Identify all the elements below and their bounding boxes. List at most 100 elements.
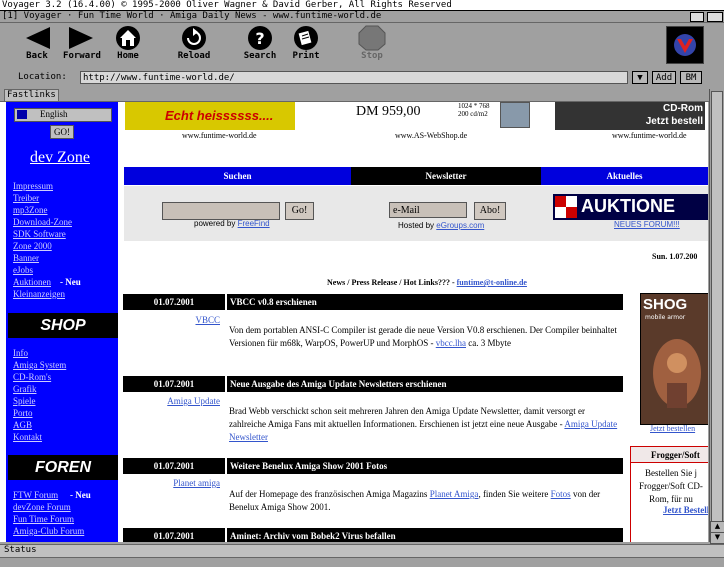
back-arrow-icon bbox=[26, 27, 50, 49]
zoom-gadget-icon[interactable] bbox=[690, 12, 704, 22]
newsletter-email-input[interactable]: e-Mail bbox=[389, 202, 467, 218]
nav-cd-roms[interactable]: CD-Rom's bbox=[13, 372, 51, 382]
nav-grafik[interactable]: Grafik bbox=[13, 384, 37, 394]
shogo-ad[interactable]: SHOG mobile armor bbox=[640, 293, 708, 425]
home-icon bbox=[116, 26, 140, 50]
egroups-link[interactable]: eGroups.com bbox=[436, 221, 484, 230]
auktion-forum-link[interactable]: NEUES FORUM!!! bbox=[614, 220, 680, 229]
news-link-2[interactable]: Amiga Update bbox=[167, 396, 220, 406]
banner-funtime[interactable]: Echt heissssss.... bbox=[125, 102, 295, 130]
scroll-down-button[interactable]: ▼ bbox=[710, 532, 724, 544]
forward-label: Forward bbox=[63, 51, 101, 61]
nav-devzone-forum[interactable]: devZone Forum bbox=[13, 502, 71, 512]
nav-kontakt[interactable]: Kontakt bbox=[13, 432, 42, 442]
news-title-4: Aminet: Archiv vom Bobek2 Virus befallen bbox=[227, 528, 623, 542]
frogger-box-title: Frogger/Soft bbox=[631, 447, 708, 463]
banner-cdrom-caption[interactable]: www.funtime-world.de bbox=[612, 131, 687, 140]
location-input[interactable]: http://www.funtime-world.de/ bbox=[80, 71, 628, 84]
news-body-3b: , finden Sie weitere bbox=[478, 489, 549, 499]
freefind-link[interactable]: FreeFind bbox=[238, 219, 270, 228]
shogo-order-link[interactable]: Jetzt bestellen bbox=[650, 424, 695, 433]
banner-cdrom[interactable]: CD-Rom Jetzt bestell bbox=[555, 102, 705, 130]
ftw-forum-neu-badge: - Neu bbox=[70, 490, 91, 500]
news-body-3a: Auf der Homepage des französischen Amiga… bbox=[229, 489, 428, 499]
reload-label: Reload bbox=[177, 51, 211, 61]
news-body-1b: ca. 3 Mbyte bbox=[468, 338, 511, 348]
auktionen-neu-badge: - Neu bbox=[60, 277, 81, 287]
news-email-link[interactable]: funtime@t-online.de bbox=[457, 278, 527, 287]
print-button[interactable]: Print bbox=[283, 25, 329, 65]
nav-shop-info[interactable]: Info bbox=[13, 348, 28, 358]
nav-amiga-club-forum[interactable]: Amiga-Club Forum bbox=[13, 526, 84, 536]
nav-porto[interactable]: Porto bbox=[13, 408, 33, 418]
banner-price: DM 959,00 bbox=[356, 104, 421, 119]
nav-fun-time-forum[interactable]: Fun Time Forum bbox=[13, 514, 74, 524]
nav-ftw-forum[interactable]: FTW Forum bbox=[13, 490, 58, 500]
planet-amiga-link[interactable]: Planet Amiga bbox=[430, 489, 479, 499]
scroll-up-icon: ▲ bbox=[714, 522, 721, 530]
nav-impressum[interactable]: Impressum bbox=[13, 181, 53, 191]
tab-aktuelles: Aktuelles bbox=[541, 167, 708, 185]
vbcc-lha-link[interactable]: vbcc.lha bbox=[436, 338, 466, 348]
nav-auktionen[interactable]: Auktionen bbox=[13, 277, 51, 287]
page-title-bar[interactable]: [1] Voyager · Fun Time World · Amiga Dai… bbox=[0, 11, 724, 23]
depth-gadget-icon[interactable] bbox=[707, 12, 723, 22]
home-button[interactable]: Home bbox=[105, 25, 151, 65]
checkered-icon bbox=[555, 196, 577, 218]
voyager-logo bbox=[666, 26, 704, 64]
reload-icon bbox=[182, 26, 206, 50]
vertical-scroll-thumb[interactable] bbox=[711, 91, 723, 523]
powered-by: powered by FreeFind bbox=[194, 219, 270, 228]
frogger-order-link[interactable]: Jetzt Bestellen bbox=[663, 505, 708, 515]
shogo-ad-subtitle: mobile armor bbox=[645, 314, 686, 321]
toolbar: Back Forward Home Reload ? Search Print … bbox=[0, 23, 724, 68]
print-icon bbox=[294, 26, 318, 50]
nav-treiber[interactable]: Treiber bbox=[13, 193, 39, 203]
nav-zone-2000[interactable]: Zone 2000 bbox=[13, 241, 52, 251]
nav-amiga-system[interactable]: Amiga System bbox=[13, 360, 66, 370]
banner-funtime-caption[interactable]: www.funtime-world.de bbox=[182, 131, 257, 140]
nav-mp3zone[interactable]: mp3Zone bbox=[13, 205, 48, 215]
nav-download-zone[interactable]: Download-Zone bbox=[13, 217, 72, 227]
nav-banner[interactable]: Banner bbox=[13, 253, 39, 263]
nav-sdk-software[interactable]: SDK Software bbox=[13, 229, 66, 239]
stop-button[interactable]: Stop bbox=[349, 25, 395, 65]
window-title-bar[interactable]: Voyager 3.2 (16.4.00) © 1995-2000 Oliver… bbox=[0, 0, 724, 11]
history-dropdown-button[interactable]: ▼ bbox=[632, 71, 648, 84]
banner-funtime-text: Echt heissssss.... bbox=[165, 108, 274, 123]
forward-button[interactable]: Forward bbox=[59, 25, 105, 65]
monitor-icon bbox=[500, 102, 530, 128]
banner-monitor-spec: 1024 * 768 200 cd/m2 bbox=[458, 102, 490, 118]
news-link-1[interactable]: VBCC bbox=[195, 315, 220, 325]
banner-aswebshop[interactable]: DM 959,00 1024 * 768 200 cd/m2 bbox=[340, 102, 540, 130]
reload-button[interactable]: Reload bbox=[171, 25, 217, 65]
nav-agb[interactable]: AGB bbox=[13, 420, 32, 430]
page-title: [1] Voyager · Fun Time World · Amiga Dai… bbox=[2, 11, 382, 21]
fotos-link[interactable]: Fotos bbox=[551, 489, 571, 499]
current-date: Sun. 1.07.200 bbox=[652, 252, 698, 261]
language-go-button[interactable]: GO! bbox=[50, 125, 74, 139]
add-bookmark-button[interactable]: Add bbox=[652, 71, 676, 84]
devzone-title[interactable]: dev Zone bbox=[30, 149, 90, 167]
page-content: English GO! dev Zone Impressum Treiber m… bbox=[0, 102, 708, 542]
auktion-banner[interactable]: AUKTIONE bbox=[553, 194, 708, 220]
nav-kleinanzeigen[interactable]: Kleinanzeigen bbox=[13, 289, 65, 299]
back-button[interactable]: Back bbox=[14, 25, 60, 65]
bookmarks-button[interactable]: BM bbox=[680, 71, 702, 84]
search-input[interactable] bbox=[162, 202, 280, 220]
print-label: Print bbox=[292, 51, 320, 61]
language-select[interactable]: English bbox=[14, 108, 112, 122]
banner-aswebshop-caption[interactable]: www.AS-WebShop.de bbox=[395, 131, 467, 140]
newsletter-abo-button[interactable]: Abo! bbox=[474, 202, 506, 220]
window-title: Voyager 3.2 (16.4.00) © 1995-2000 Oliver… bbox=[2, 0, 452, 10]
search-go-button[interactable]: Go! bbox=[285, 202, 314, 220]
voyager-logo-icon bbox=[674, 34, 696, 56]
nav-ejobs[interactable]: eJobs bbox=[13, 265, 33, 275]
nav-spiele[interactable]: Spiele bbox=[13, 396, 36, 406]
search-button[interactable]: ? Search bbox=[237, 25, 283, 65]
banner-cdrom-text: CD-Rom Jetzt bestell bbox=[645, 103, 703, 127]
news-date-2: 01.07.2001 bbox=[123, 376, 225, 392]
news-link-3[interactable]: Planet amiga bbox=[173, 478, 220, 488]
status-label: Status bbox=[4, 545, 37, 555]
home-label: Home bbox=[117, 51, 139, 61]
